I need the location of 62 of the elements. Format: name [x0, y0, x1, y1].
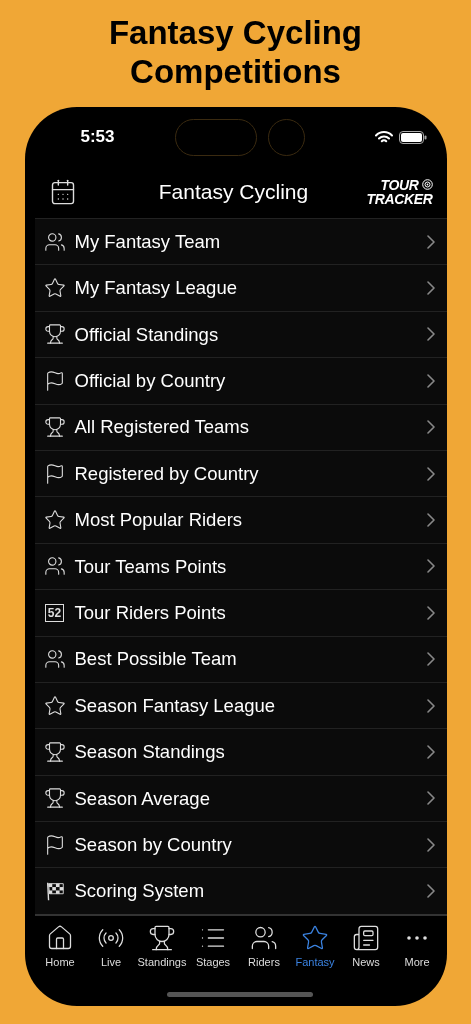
trophy-icon	[43, 323, 66, 346]
tab[interactable]: News	[340, 923, 392, 971]
chevron-icon	[426, 605, 435, 620]
menu-item[interactable]: Tour Teams Points	[34, 543, 447, 590]
chevron-icon	[426, 513, 435, 528]
trophy-icon	[43, 741, 66, 763]
logo: TOUR TRACKER	[366, 177, 433, 206]
tab[interactable]: Home	[34, 923, 86, 971]
wifi-icon	[374, 130, 393, 144]
chevron-icon	[426, 373, 435, 388]
group-icon	[43, 230, 66, 253]
menu-item[interactable]: Scoring System	[34, 868, 447, 914]
chevron-icon	[426, 234, 435, 249]
chevron-icon	[426, 884, 435, 899]
menu-item[interactable]: Registered by Country	[34, 450, 447, 497]
status-time: 5:53	[80, 126, 115, 149]
tab[interactable]: Standings	[136, 923, 188, 971]
chevron-icon	[426, 791, 435, 806]
headline: Fantasy Cycling	[108, 12, 363, 52]
star-icon	[301, 923, 329, 952]
battery-icon	[398, 130, 427, 144]
menu-item[interactable]: All Registered Teams	[34, 404, 447, 450]
chevron-icon	[426, 698, 435, 713]
chevron-icon	[426, 420, 435, 435]
menu-item[interactable]: Season Average	[34, 775, 447, 822]
menu-item[interactable]: Season Fantasy League	[34, 682, 447, 729]
menu-item[interactable]: 52 Tour Riders Points	[34, 590, 447, 636]
house-icon	[46, 923, 74, 952]
chevron-icon	[426, 745, 435, 759]
trophy-icon	[43, 787, 66, 810]
number-icon: 52	[44, 603, 65, 622]
newspaper-icon	[352, 923, 380, 952]
tab[interactable]: Riders	[238, 923, 290, 971]
chevron-icon	[426, 559, 435, 574]
menu-item[interactable]: My Fantasy League	[34, 265, 447, 311]
menu-item[interactable]: My Fantasy Team	[34, 219, 447, 265]
chevron-icon	[426, 466, 435, 481]
chevron-icon	[426, 327, 435, 342]
chevron-icon	[426, 652, 435, 667]
tab[interactable]: More	[391, 923, 443, 971]
menu-item[interactable]: Season by Country	[34, 822, 447, 868]
more-icon	[407, 935, 427, 940]
target-icon	[421, 179, 433, 190]
chevron-icon	[426, 837, 435, 852]
star-icon	[43, 694, 66, 717]
menu-item[interactable]: Official Standings	[34, 311, 447, 358]
trophy-icon	[43, 416, 66, 439]
star-icon	[43, 277, 66, 300]
chevron-icon	[426, 281, 435, 296]
menu-item[interactable]: Best Possible Team	[34, 636, 447, 682]
group-icon	[43, 648, 66, 671]
headline: Competitions	[130, 51, 341, 91]
menu-item[interactable]: Official by Country	[34, 358, 447, 404]
star-icon	[43, 509, 66, 532]
tab[interactable]: Fantasy	[289, 923, 341, 971]
menu-item[interactable]: Season Standings	[34, 729, 447, 775]
trophy-icon	[148, 923, 176, 952]
group-icon	[43, 555, 66, 578]
tab[interactable]: Live	[85, 923, 137, 971]
screen-title: Fantasy Cycling	[157, 178, 310, 205]
menu-item[interactable]: Most Popular Riders	[34, 497, 447, 543]
tab[interactable]: Stages	[187, 923, 239, 971]
